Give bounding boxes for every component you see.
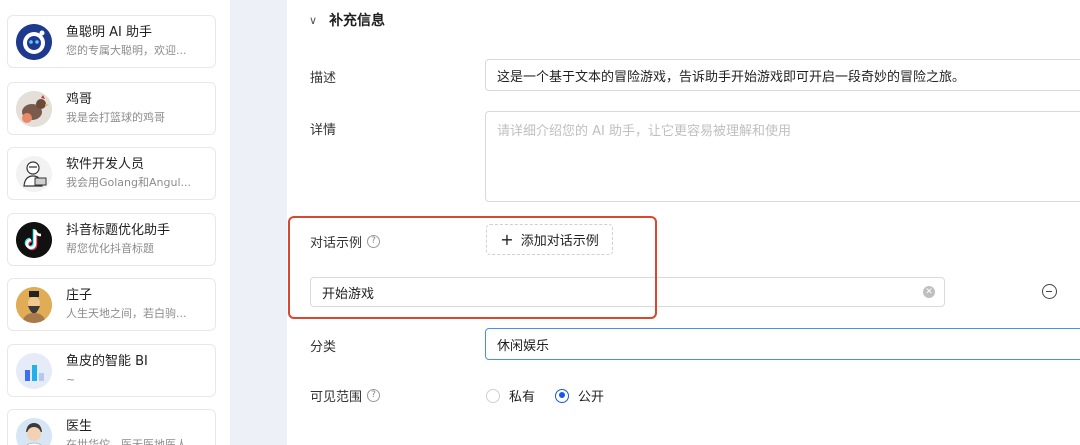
developer-avatar (16, 155, 52, 192)
assistant-card-developer[interactable]: 软件开发人员 我会用Golang和Angul... (7, 147, 216, 200)
examples-label: 对话示例 ? (310, 232, 381, 251)
radio-checked[interactable] (555, 388, 570, 403)
visibility-label: 可见范围 ? (310, 386, 381, 405)
visibility-radio-group: 私有 公开 (486, 386, 624, 405)
assistant-card-doctor[interactable]: 医生 在世华佗，医无医地医人 (7, 409, 216, 445)
assistant-title: 抖音标题优化助手 (66, 223, 171, 238)
douyin-logo (16, 221, 52, 258)
assistant-title: 鱼聪明 AI 助手 (66, 25, 152, 40)
details-label: 详情 (310, 119, 336, 138)
assistant-desc: 帮您优化抖音标题 (66, 242, 154, 255)
details-textarea[interactable]: 请详细介绍您的 AI 助手，让它更容易被理解和使用 (485, 111, 1080, 202)
description-label-text: 描述 (310, 71, 337, 86)
assistant-form: ∨ 补充信息 描述 这是一个基于文本的冒险游戏，告诉助手开始游戏即可开启一段奇妙… (287, 0, 1080, 445)
category-value: 休闲娱乐 (497, 338, 550, 354)
description-input[interactable]: 这是一个基于文本的冒险游戏，告诉助手开始游戏即可开启一段奇妙的冒险之旅。 (485, 59, 1080, 91)
assistant-card-jige[interactable]: 鸡哥 我是会打篮球的鸡哥 (7, 82, 216, 135)
chicken-avatar (16, 90, 52, 127)
details-label-text: 详情 (310, 123, 337, 138)
description-label: 描述 (310, 67, 336, 86)
visibility-option-label: 私有 (509, 390, 536, 405)
category-label: 分类 (310, 336, 336, 355)
assistant-card-bi[interactable]: 鱼皮的智能 BI ~ (7, 344, 216, 397)
zhuangzi-avatar (16, 286, 52, 323)
assistant-title: 庄子 (66, 288, 93, 303)
section-header-supplementary[interactable]: ∨ 补充信息 (309, 8, 385, 32)
plus-icon: + (500, 229, 514, 249)
doctor-avatar (16, 417, 52, 445)
assistant-title: 鸡哥 (66, 92, 93, 107)
robot-icon (16, 23, 52, 60)
help-icon[interactable]: ? (367, 235, 381, 248)
assistant-desc: 我是会打篮球的鸡哥 (66, 111, 165, 124)
assistant-desc: 人生天地之间，若白驹... (66, 307, 187, 320)
examples-label-text: 对话示例 (310, 236, 363, 251)
clear-icon[interactable]: ✕ (923, 286, 935, 298)
assistant-card-zhuangzi[interactable]: 庄子 人生天地之间，若白驹... (7, 278, 216, 331)
assistant-title: 软件开发人员 (66, 157, 145, 172)
category-input[interactable]: 休闲娱乐 (485, 328, 1080, 360)
assistant-list: 鱼聪明 AI 助手 您的专属大聪明，欢迎... 鸡哥 我是会打篮球的鸡哥 软件开… (0, 0, 230, 445)
assistant-desc: ~ (66, 373, 76, 386)
assistant-card-douyin[interactable]: 抖音标题优化助手 帮您优化抖音标题 (7, 213, 216, 266)
assistant-desc: 在世华佗，医无医地医人 (66, 438, 187, 445)
remove-example-icon[interactable] (1042, 284, 1057, 299)
bar-chart-icon (16, 352, 52, 389)
assistant-desc: 您的专属大聪明，欢迎... (66, 44, 187, 57)
help-icon[interactable]: ? (367, 389, 381, 402)
details-placeholder: 请详细介绍您的 AI 助手，让它更容易被理解和使用 (497, 124, 791, 139)
example-value: 开始游戏 (322, 286, 375, 302)
add-example-label: 添加对话示例 (520, 234, 599, 249)
visibility-label-text: 可见范围 (310, 390, 363, 405)
assistant-card-yucongming[interactable]: 鱼聪明 AI 助手 您的专属大聪明，欢迎... (7, 15, 216, 68)
visibility-option-private[interactable]: 私有 (486, 386, 535, 405)
category-label-text: 分类 (310, 340, 337, 355)
section-title: 补充信息 (329, 13, 386, 29)
description-value: 这是一个基于文本的冒险游戏，告诉助手开始游戏即可开启一段奇妙的冒险之旅。 (497, 69, 966, 85)
visibility-option-public[interactable]: 公开 (555, 386, 604, 405)
radio-unchecked[interactable] (486, 388, 500, 403)
assistant-title: 医生 (66, 419, 93, 434)
assistant-desc: 我会用Golang和Angul... (66, 176, 192, 189)
assistant-title: 鱼皮的智能 BI (66, 354, 148, 369)
chevron-down-icon[interactable]: ∨ (309, 14, 317, 27)
visibility-option-label: 公开 (578, 390, 605, 405)
example-input[interactable]: 开始游戏 ✕ (310, 277, 945, 307)
add-example-button[interactable]: + 添加对话示例 (486, 224, 613, 255)
